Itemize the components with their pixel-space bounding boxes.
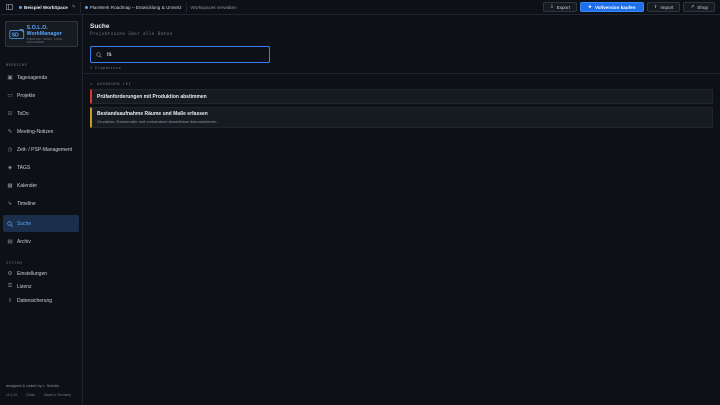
sidebar-item-label: ToDo bbox=[17, 110, 29, 117]
sidebar-item-label: Meeting-Notizen bbox=[17, 128, 54, 135]
sidebar-item-archiv[interactable]: ▤ Archiv bbox=[3, 233, 79, 250]
export-icon: ⇩ bbox=[549, 4, 554, 9]
sidebar-item-tagesagenda[interactable]: ▣ Tagesagenda bbox=[3, 69, 79, 86]
export-label: Export bbox=[556, 4, 570, 10]
sidebar-item-label: Suche bbox=[17, 220, 32, 227]
buy-full-version-button[interactable]: ★ Vollversion kaufen bbox=[579, 2, 644, 12]
sidebar-item-tags[interactable]: ◈ TAGS bbox=[3, 159, 79, 176]
project-selector[interactable]: PlanWerk Roadmap – Entwicklung & Umsetz bbox=[81, 1, 187, 13]
app-logo: SD S.O.L.O. WorkManager STRUKTUR · OFFEN… bbox=[5, 21, 78, 47]
shop-label: Shop bbox=[697, 4, 708, 10]
search-result[interactable]: Prüfanforderungen mit Produktion abstimm… bbox=[90, 89, 713, 104]
buy-label: Vollversion kaufen bbox=[595, 4, 636, 10]
result-group-header: ▭ AUSBAUEN LEI bbox=[90, 81, 132, 86]
import-icon: ⇧ bbox=[653, 4, 658, 9]
sidebar-item-datensicherung[interactable]: ⇩ Datensicherung bbox=[3, 292, 79, 309]
sidebar-item-timeline[interactable]: ↳ Timeline bbox=[3, 195, 79, 212]
calendar-icon: ▦ bbox=[7, 182, 13, 189]
sidebar-item-suche[interactable]: Suche bbox=[3, 215, 79, 232]
cart-icon: ↗ bbox=[690, 4, 695, 9]
search-input[interactable] bbox=[107, 51, 257, 58]
archive-icon: ▤ bbox=[7, 238, 13, 245]
footer-meta: v1.0.00 · Detail · Made in Germany bbox=[6, 393, 71, 397]
version-text: v1.0.00 bbox=[6, 393, 18, 397]
sidebar: SD S.O.L.O. WorkManager STRUKTUR · OFFEN… bbox=[0, 15, 83, 405]
result-description: Grundriss, Raummaße und vorhandene Ansch… bbox=[97, 119, 218, 124]
search-field[interactable] bbox=[90, 46, 270, 63]
divider bbox=[84, 73, 720, 74]
import-label: Import bbox=[660, 4, 674, 10]
search-icon bbox=[7, 220, 13, 227]
result-title: Bestandsaufnahme Räume und Maße erfassen bbox=[97, 111, 208, 117]
tag-icon: ◈ bbox=[7, 164, 13, 171]
separator: · bbox=[21, 393, 23, 397]
sidebar-item-label: Timeline bbox=[17, 200, 36, 207]
export-button[interactable]: ⇩ Export bbox=[542, 2, 577, 12]
result-title: Prüfanforderungen mit Produktion abstimm… bbox=[97, 93, 207, 100]
sidebar-item-label: Lizenz bbox=[17, 283, 32, 290]
edit-icon[interactable]: ✎ bbox=[72, 4, 76, 10]
sidebar-item-label: Zeit- / PSP-Management bbox=[17, 146, 73, 153]
project-name: PlanWerk Roadmap – Entwicklung & Umsetz bbox=[89, 4, 182, 10]
logo-title: S.O.L.O. WorkManager bbox=[26, 24, 62, 37]
workspace-name: Beispiel WorkSpace bbox=[24, 4, 68, 10]
workspace-dot-icon bbox=[19, 5, 22, 9]
download-icon: ⇩ bbox=[7, 297, 13, 304]
results-count: 2 Ergebnisse bbox=[90, 65, 122, 70]
search-icon bbox=[96, 51, 102, 58]
page-title: Suche bbox=[90, 23, 110, 30]
calendar-day-icon: ▣ bbox=[7, 74, 13, 81]
project-dot-icon bbox=[84, 5, 88, 9]
search-result[interactable]: Bestandsaufnahme Räume und Maße erfassen… bbox=[90, 107, 713, 128]
separator: · bbox=[38, 393, 41, 397]
sidebar-item-label: Archiv bbox=[17, 238, 31, 245]
folder-icon: ▭ bbox=[7, 92, 13, 99]
page-subtitle: Projektsuche über alle Daten bbox=[90, 32, 173, 37]
credits-text: designed & coded by L. Schultz bbox=[6, 384, 60, 388]
svg-text:SD: SD bbox=[12, 33, 19, 39]
sidebar-item-label: TAGS bbox=[17, 164, 31, 171]
sidebar-item-label: Einstellungen bbox=[17, 270, 48, 277]
sidebar-item-label: Datensicherung bbox=[17, 297, 53, 304]
sidebar-item-label: Projekte bbox=[17, 92, 36, 99]
detail-link[interactable]: Detail bbox=[26, 393, 35, 397]
sidebar-item-kalender[interactable]: ▦ Kalender bbox=[3, 177, 79, 194]
logo-subtitle: STRUKTUR · OFFEN · LOKAL · ORGANISIERT bbox=[26, 37, 64, 44]
workspace-selector[interactable]: Beispiel WorkSpace ✎ bbox=[15, 1, 81, 13]
clock-icon: ◷ bbox=[7, 146, 13, 153]
manage-workspaces-link[interactable]: Workspaces verwalten bbox=[187, 5, 241, 10]
group-label: AUSBAUEN LEI bbox=[96, 81, 132, 86]
made-in-text: Made in Germany bbox=[44, 393, 72, 397]
pen-icon: ✎ bbox=[7, 128, 13, 135]
sidebar-item-meeting-notizen[interactable]: ✎ Meeting-Notizen bbox=[3, 123, 79, 140]
check-icon: ☑ bbox=[7, 110, 13, 117]
folder-icon: ▭ bbox=[90, 81, 93, 86]
star-icon: ★ bbox=[587, 4, 592, 9]
sidebar-item-label: Kalender bbox=[17, 182, 38, 189]
gear-icon: ⚙ bbox=[7, 270, 13, 277]
logo-mark-icon: SD bbox=[9, 29, 25, 39]
timeline-icon: ↳ bbox=[7, 200, 13, 207]
key-icon: ⚿ bbox=[7, 283, 13, 289]
sidebar-toggle-icon[interactable] bbox=[3, 4, 15, 10]
main-content: Suche Projektsuche über alle Daten 2 Erg… bbox=[84, 15, 720, 405]
sidebar-item-todo[interactable]: ☑ ToDo bbox=[3, 105, 79, 122]
sidebar-item-label: Tagesagenda bbox=[17, 74, 48, 81]
section-label-areas: BEREICHE bbox=[6, 63, 28, 67]
top-bar: Beispiel WorkSpace ✎ PlanWerk Roadmap – … bbox=[0, 0, 720, 15]
shop-button[interactable]: ↗ Shop bbox=[683, 2, 715, 12]
sidebar-item-projekte[interactable]: ▭ Projekte bbox=[3, 87, 79, 104]
import-button[interactable]: ⇧ Import bbox=[646, 2, 681, 12]
sidebar-item-zeit-psp[interactable]: ◷ Zeit- / PSP-Management bbox=[3, 141, 79, 158]
